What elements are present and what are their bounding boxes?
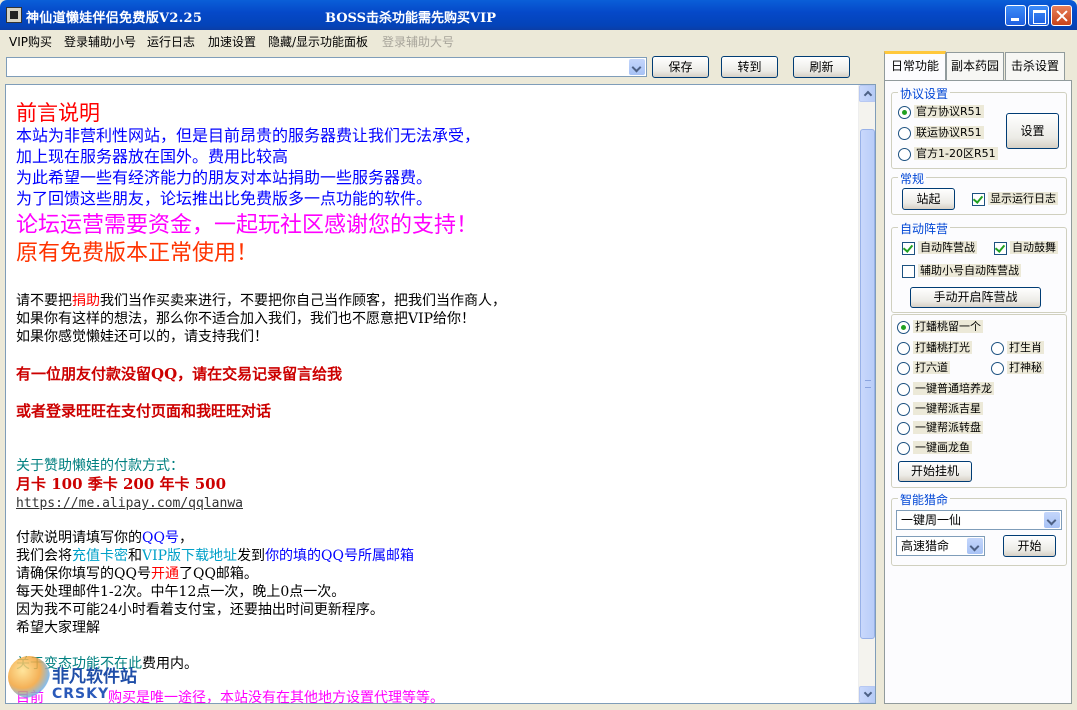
- protocol-group-title: 协议设置: [898, 85, 951, 102]
- text-line: 因为我不可能24小时看着支付宝，还要抽出时间更新程序。: [16, 602, 384, 618]
- radio-guild-wheel[interactable]: 一键帮派转盘: [897, 421, 983, 435]
- text-line: 付款说明请填写你的QQ号，: [16, 530, 193, 546]
- radio-draw-dragon[interactable]: 一键画龙鱼: [897, 441, 972, 455]
- price-line: 月卡 100 季卡 200 年卡 500: [16, 475, 227, 493]
- donate-word: 捐助: [72, 293, 100, 309]
- text-line: 请不要把捐助我们当作买卖来进行，不要把你自己当作顾客，把我们当作商人，: [16, 293, 506, 309]
- scroll-thumb[interactable]: [860, 129, 875, 639]
- menu-speed-settings[interactable]: 加速设置: [208, 33, 256, 50]
- text-line: 如果你有这样的想法，那么你不适合加入我们，我们也不愿意把VIP给你！: [16, 311, 476, 327]
- camp-group: 自动阵营 自动阵营战 自动鼓舞 辅助小号自动阵营战 手动开启阵营战: [891, 220, 1067, 313]
- notice-no-qq: 有一位朋友付款没留QQ，请在交易记录留言给我: [16, 365, 343, 383]
- text-line: 加上现在服务器放在国外。费用比较高: [16, 147, 289, 166]
- radio-partner[interactable]: 联运协议R51: [898, 126, 984, 140]
- close-button[interactable]: [1051, 5, 1072, 26]
- protocol-settings-button[interactable]: 设置: [1006, 113, 1059, 149]
- auto-camp-checkbox[interactable]: 自动阵营战: [902, 241, 977, 255]
- text-line: 我们会将充值卡密和VIP版下载地址发到你的填的QQ号所属邮箱: [16, 548, 415, 564]
- radio-official-1-20[interactable]: 官方1-20区R51: [898, 147, 998, 161]
- daily-panel: 协议设置 官方协议R51 联运协议R51 官方1-20区R51 设置 常规 站起…: [884, 80, 1072, 704]
- notice-wangwang: 或者登录旺旺在支付页面和我旺旺对话: [16, 402, 272, 420]
- text-line: 请确保你填写的QQ号开通了QQ邮箱。: [16, 566, 258, 582]
- heading-free-version: 原有免费版本正常使用！: [16, 241, 259, 266]
- radio-six-paths[interactable]: 打六道: [897, 361, 950, 375]
- text-line: 本站为非营利性网站，但是目前昂贵的服务器费让我们无法承受，: [16, 126, 481, 145]
- protocol-group: 协议设置 官方协议R51 联运协议R51 官方1-20区R51 设置: [891, 85, 1067, 169]
- grip-icon: [865, 380, 871, 388]
- vertical-scrollbar[interactable]: [858, 85, 875, 703]
- radio-dragon-train[interactable]: 一键普通培养龙: [897, 382, 994, 396]
- scroll-down-icon[interactable]: [859, 686, 875, 703]
- logo-icon: [8, 656, 50, 698]
- radio-zodiac[interactable]: 打生肖: [991, 341, 1044, 355]
- text-line: 希望大家理解: [16, 620, 100, 636]
- radio-mystery[interactable]: 打神秘: [991, 361, 1044, 375]
- menu-vip-purchase[interactable]: VIP购买: [9, 33, 52, 50]
- menu-toggle-panel[interactable]: 隐藏/显示功能面板: [268, 33, 368, 50]
- radio-guild-star[interactable]: 一键帮派吉星: [897, 402, 983, 416]
- window-title: 神仙道懒娃伴侣免费版V2.25: [26, 11, 203, 26]
- hunt-group: 智能猎命 一键周一仙 高速猎命 开始: [891, 491, 1067, 566]
- hunt-mode-select[interactable]: 一键周一仙: [896, 510, 1062, 530]
- menu-run-log[interactable]: 运行日志: [147, 33, 195, 50]
- stand-up-button[interactable]: 站起: [902, 188, 955, 210]
- maximize-button[interactable]: [1028, 5, 1049, 26]
- tab-daily[interactable]: 日常功能: [884, 51, 946, 82]
- manual-camp-button[interactable]: 手动开启阵营战: [910, 287, 1041, 308]
- auto-drum-checkbox[interactable]: 自动鼓舞: [994, 241, 1058, 255]
- tab-dungeon[interactable]: 副本药园: [946, 52, 1004, 81]
- menu-login-main: 登录辅助大号: [382, 35, 455, 49]
- start-afk-button[interactable]: 开始挂机: [898, 461, 972, 482]
- watermark-cn: 非凡软件站: [52, 667, 137, 687]
- payment-heading: 关于赞助懒娃的付款方式：: [16, 458, 184, 474]
- text-line: 为此希望一些有经济能力的朋友对本站捐助一些服务器费。: [16, 168, 433, 187]
- chevron-down-icon[interactable]: [967, 538, 983, 554]
- content-view[interactable]: 前言说明 本站为非营利性网站，但是目前昂贵的服务器费让我们无法承受， 加上现在服…: [5, 84, 876, 704]
- text-line: 每天处理邮件1-2次。中午12点一次，晚上0点一次。: [16, 584, 346, 600]
- save-button[interactable]: 保存: [652, 56, 709, 78]
- hunt-speed-select[interactable]: 高速猎命: [896, 536, 985, 556]
- camp-group-title: 自动阵营: [898, 220, 951, 237]
- window-subtitle: BOSS击杀功能需先购买VIP: [325, 11, 496, 26]
- heading-preface: 前言说明: [16, 101, 100, 125]
- hunt-start-button[interactable]: 开始: [1003, 535, 1056, 557]
- watermark-logo: 非凡软件站 CRSKY: [8, 656, 168, 706]
- radio-official[interactable]: 官方协议R51: [898, 105, 984, 119]
- radio-peach-all[interactable]: 打蟠桃打光: [897, 341, 972, 355]
- chevron-down-icon[interactable]: [629, 59, 645, 75]
- title-bar: 神仙道懒娃伴侣免费版V2.25 BOSS击杀功能需先购买VIP: [0, 0, 1077, 30]
- menu-login-alt[interactable]: 登录辅助小号: [64, 33, 136, 50]
- alt-auto-camp-checkbox[interactable]: 辅助小号自动阵营战: [902, 264, 1021, 278]
- refresh-button[interactable]: 刷新: [793, 56, 850, 78]
- url-combo[interactable]: [6, 57, 647, 77]
- alipay-link[interactable]: https://me.alipay.com/qqlanwa: [16, 495, 243, 513]
- hunt-group-title: 智能猎命: [898, 491, 951, 508]
- text-line: 为了回馈这些朋友，论坛推出比免费版多一点功能的软件。: [16, 189, 433, 208]
- menu-bar: VIP购买 登录辅助小号 运行日志 加速设置 隐藏/显示功能面板 登录辅助大号: [0, 30, 1077, 50]
- task-group: 打蟠桃留一个 打蟠桃打光 打生肖 打六道 打神秘 一键普通培养龙 一键帮派吉星 …: [891, 314, 1067, 488]
- tab-kill-settings[interactable]: 击杀设置: [1005, 52, 1065, 81]
- goto-button[interactable]: 转到: [721, 56, 778, 78]
- show-log-checkbox[interactable]: 显示运行日志: [972, 192, 1058, 206]
- heading-support: 论坛运营需要资金，一起玩社区感谢您的支持！: [16, 213, 479, 238]
- watermark-en: CRSKY: [52, 686, 110, 702]
- chevron-down-icon[interactable]: [1044, 512, 1060, 528]
- radio-peach-keep-one[interactable]: 打蟠桃留一个: [897, 320, 983, 334]
- minimize-button[interactable]: [1005, 5, 1026, 26]
- app-icon[interactable]: [6, 7, 22, 23]
- normal-group-title: 常规: [898, 170, 927, 187]
- normal-group: 常规 站起 显示运行日志: [891, 170, 1067, 215]
- scroll-up-icon[interactable]: [859, 85, 875, 102]
- text-line: 如果你感觉懒娃还可以的，请支持我们！: [16, 329, 268, 345]
